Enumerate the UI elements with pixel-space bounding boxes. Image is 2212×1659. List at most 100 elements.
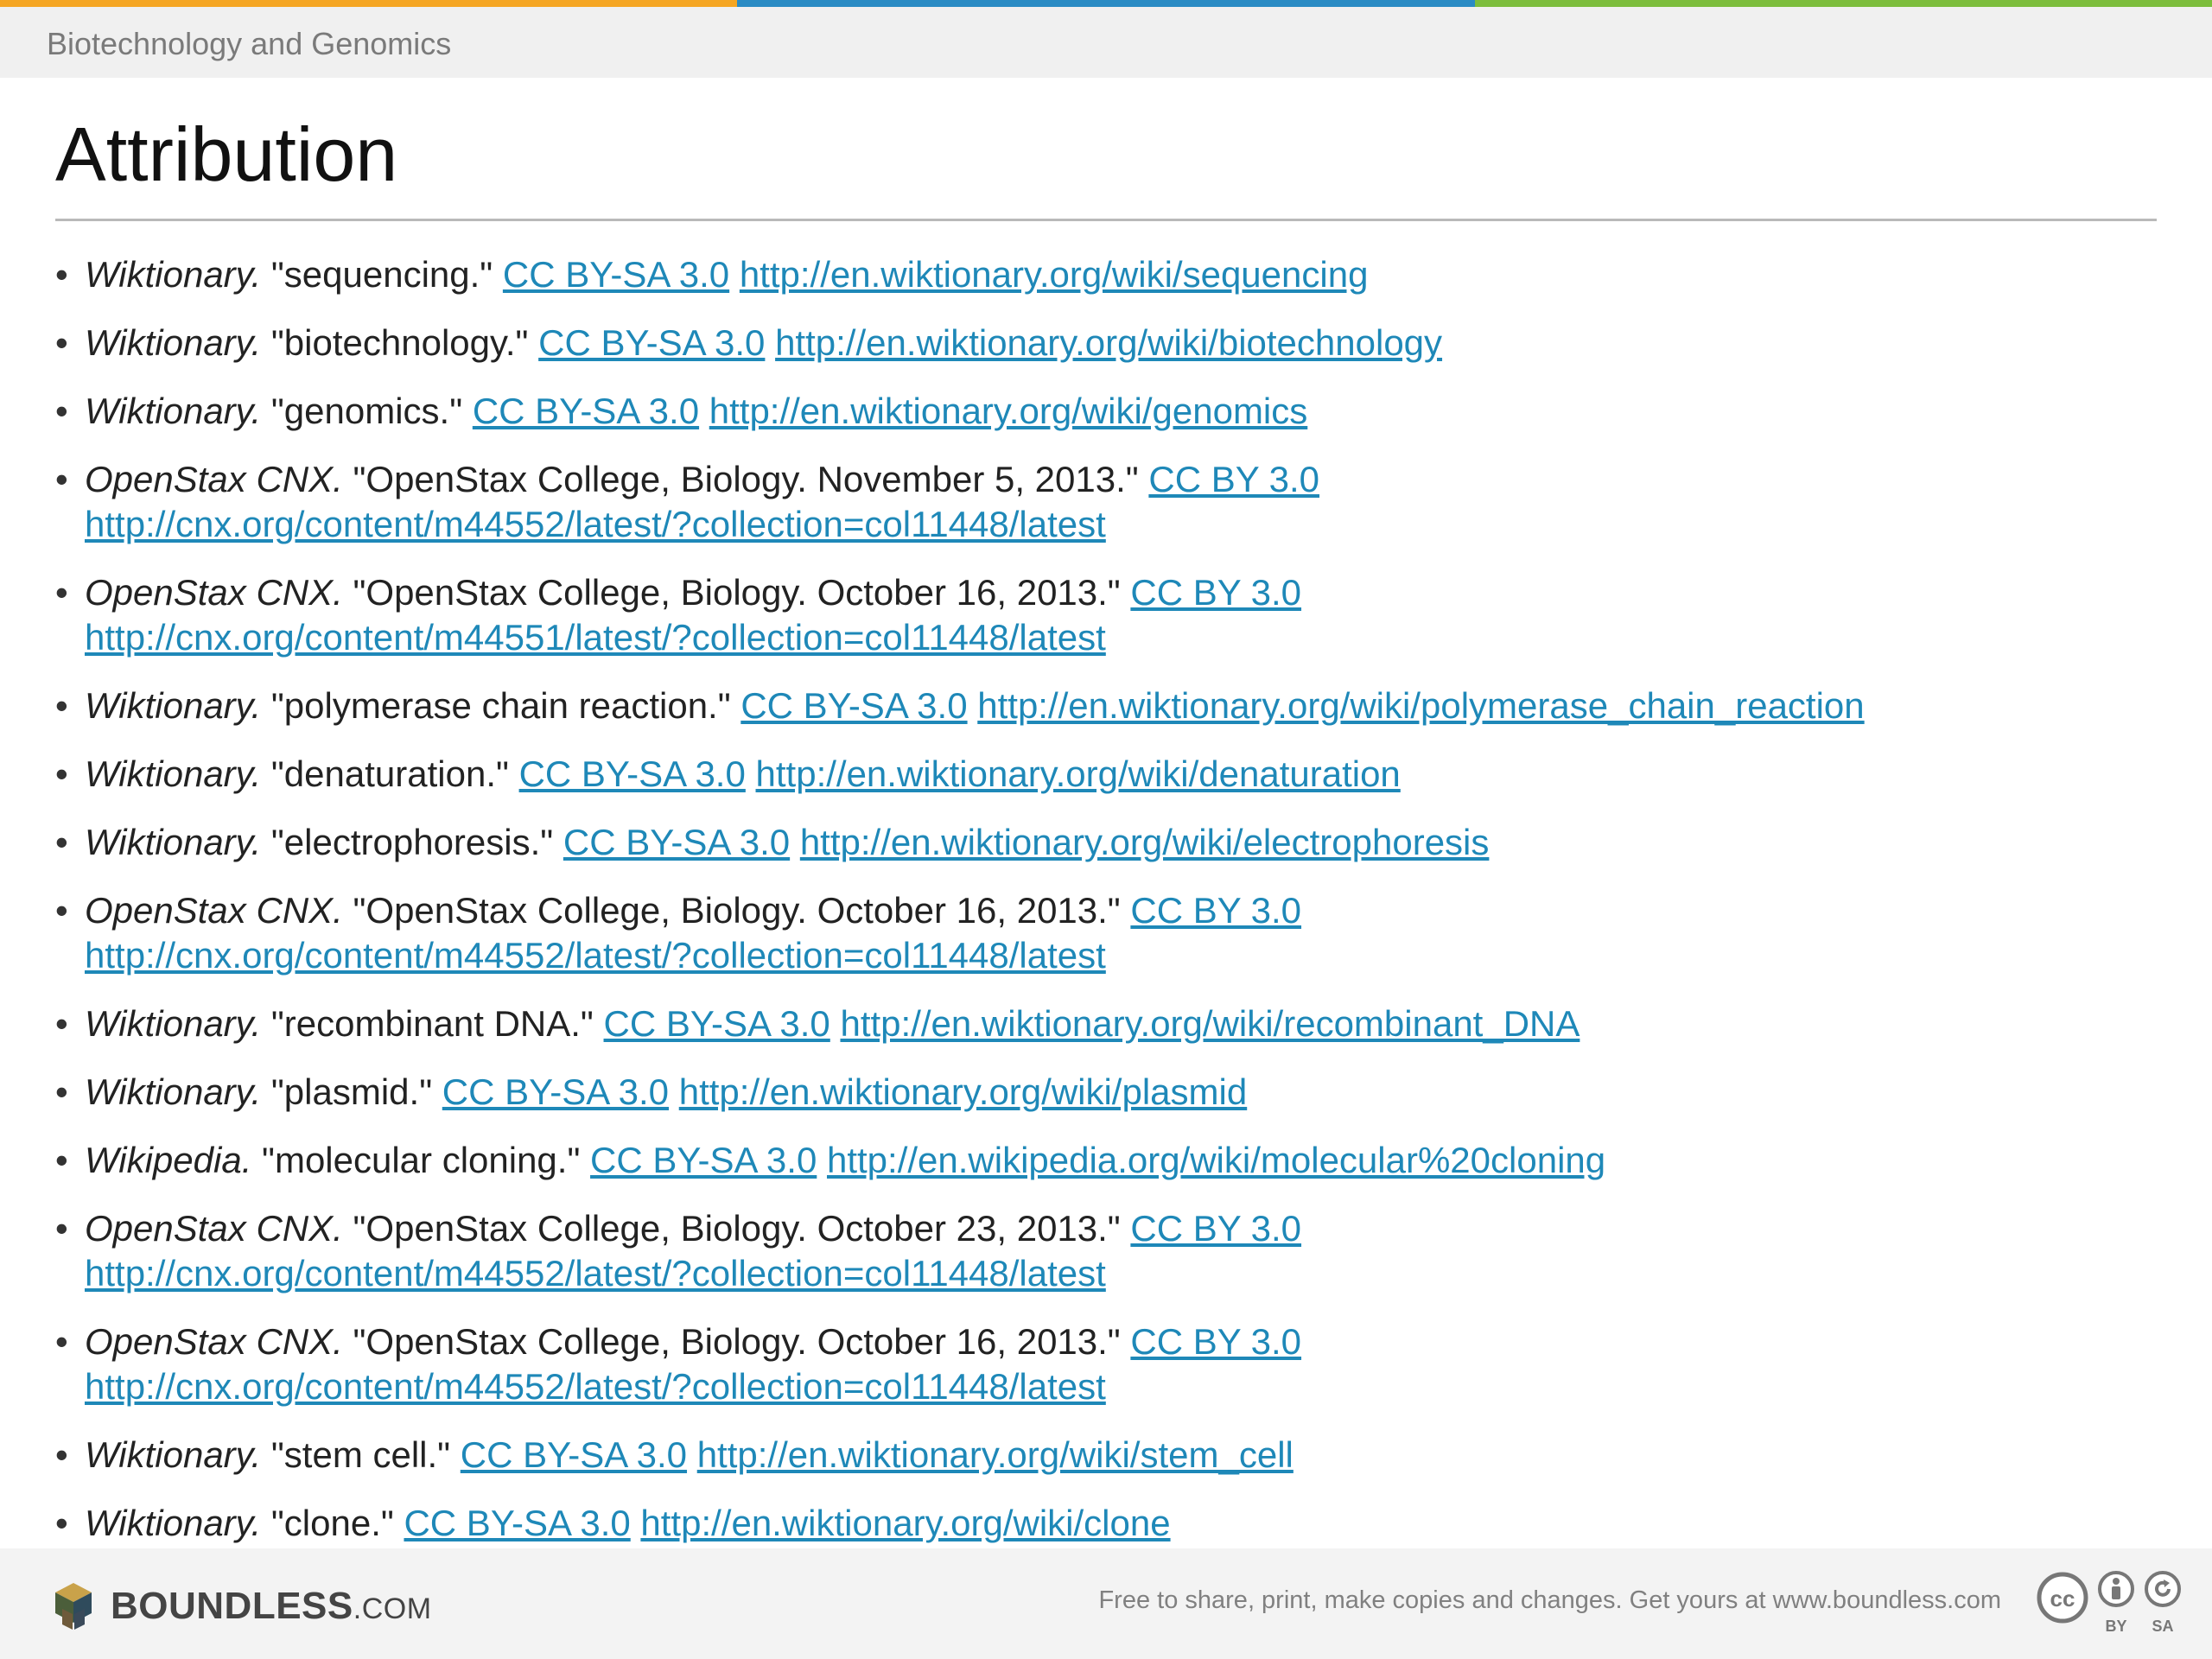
source-url-link[interactable]: http://en.wiktionary.org/wiki/genomics — [709, 391, 1308, 431]
license-link[interactable]: CC BY 3.0 — [1130, 572, 1301, 613]
header-bar: Biotechnology and Genomics — [0, 7, 2212, 78]
attribution-source: Wiktionary. — [85, 1071, 262, 1112]
title-divider — [55, 219, 2157, 221]
bullet-icon: • — [55, 1208, 68, 1249]
bullet-icon: • — [55, 890, 68, 931]
source-url-link[interactable]: http://en.wiktionary.org/wiki/electropho… — [800, 822, 1490, 862]
by-icon: BY — [2098, 1571, 2134, 1635]
source-url-link[interactable]: http://cnx.org/content/m44551/latest/?co… — [85, 617, 1106, 658]
strip-green — [1474, 0, 2212, 7]
bullet-icon: • — [55, 391, 68, 431]
license-link[interactable]: CC BY-SA 3.0 — [473, 391, 699, 431]
license-link[interactable]: CC BY-SA 3.0 — [442, 1071, 669, 1112]
attribution-item: • Wiktionary. "recombinant DNA." CC BY-SA… — [55, 1001, 2181, 1046]
attribution-item: • Wiktionary. "genomics." CC BY-SA 3.0 ht… — [55, 389, 2181, 434]
svg-text:cc: cc — [2050, 1586, 2075, 1611]
attribution-source: Wikipedia. — [85, 1140, 252, 1180]
attribution-title: "stem cell." — [270, 1434, 451, 1475]
attribution-item: • Wiktionary. "stem cell." CC BY-SA 3.0 h… — [55, 1433, 2181, 1478]
license-link[interactable]: CC BY-SA 3.0 — [503, 254, 729, 295]
source-url-link[interactable]: http://cnx.org/content/m44552/latest/?co… — [85, 1253, 1106, 1294]
attribution-item: • Wiktionary. "biotechnology." CC BY-SA 3… — [55, 321, 2181, 365]
attribution-title: "biotechnology." — [270, 322, 529, 363]
bullet-icon: • — [55, 1503, 68, 1543]
attribution-item: • Wiktionary. "polymerase chain reaction.… — [55, 683, 2181, 728]
svg-text:BY: BY — [2105, 1618, 2126, 1635]
attribution-title: "OpenStax College, Biology. October 23, … — [353, 1208, 1121, 1249]
bullet-icon: • — [55, 753, 68, 794]
bullet-icon: • — [55, 459, 68, 499]
source-url-link[interactable]: http://cnx.org/content/m44552/latest/?co… — [85, 504, 1106, 544]
license-icons[interactable]: cc BY SA — [2029, 1571, 2183, 1637]
attribution-title: "sequencing." — [270, 254, 493, 295]
source-url-link[interactable]: http://cnx.org/content/m44552/latest/?co… — [85, 935, 1106, 976]
attribution-title: "polymerase chain reaction." — [270, 685, 731, 726]
license-link[interactable]: CC BY-SA 3.0 — [538, 322, 765, 363]
license-link[interactable]: CC BY-SA 3.0 — [604, 1003, 830, 1044]
source-url-link[interactable]: http://en.wiktionary.org/wiki/clone — [640, 1503, 1170, 1543]
source-url-link[interactable]: http://en.wiktionary.org/wiki/sequencing — [740, 254, 1369, 295]
source-url-link[interactable]: http://en.wiktionary.org/wiki/stem_cell — [697, 1434, 1294, 1475]
top-color-strip — [0, 0, 2212, 7]
bullet-icon: • — [55, 1321, 68, 1362]
attribution-title: "OpenStax College, Biology. October 16, … — [353, 890, 1121, 931]
attribution-source: Wiktionary. — [85, 1003, 262, 1044]
bullet-icon: • — [55, 1140, 68, 1180]
attribution-title: "OpenStax College, Biology. October 16, … — [353, 1321, 1121, 1362]
bullet-icon: • — [55, 322, 68, 363]
attribution-title: "recombinant DNA." — [270, 1003, 594, 1044]
source-url-link[interactable]: http://en.wiktionary.org/wiki/recombinan… — [840, 1003, 1580, 1044]
attribution-item: • Wiktionary. "clone." CC BY-SA 3.0 http:… — [55, 1501, 2181, 1546]
license-link[interactable]: CC BY-SA 3.0 — [519, 753, 746, 794]
strip-blue — [737, 0, 1475, 7]
boundless-logo[interactable]: BOUNDLESS.COM — [47, 1580, 432, 1633]
source-url-link[interactable]: http://en.wiktionary.org/wiki/denaturati… — [756, 753, 1401, 794]
attribution-source: Wiktionary. — [85, 1434, 262, 1475]
source-url-link[interactable]: http://cnx.org/content/m44552/latest/?co… — [85, 1366, 1106, 1407]
attribution-title: "OpenStax College, Biology. November 5, … — [353, 459, 1139, 499]
license-link[interactable]: CC BY-SA 3.0 — [461, 1434, 687, 1475]
attribution-source: Wiktionary. — [85, 391, 262, 431]
cc-icon: cc — [2037, 1572, 2088, 1624]
attribution-source: OpenStax CNX. — [85, 1208, 343, 1249]
attribution-item: • Wiktionary. "plasmid." CC BY-SA 3.0 htt… — [55, 1070, 2181, 1115]
source-url-link[interactable]: http://en.wiktionary.org/wiki/biotechnol… — [775, 322, 1442, 363]
license-link[interactable]: CC BY-SA 3.0 — [741, 685, 967, 726]
bullet-icon: • — [55, 254, 68, 295]
attribution-source: OpenStax CNX. — [85, 572, 343, 613]
logo-main-text: BOUNDLESS — [111, 1585, 353, 1627]
attribution-title: "OpenStax College, Biology. October 16, … — [353, 572, 1121, 613]
page-title: Attribution — [55, 111, 398, 197]
footer-bar: BOUNDLESS.COM Free to share, print, make… — [0, 1548, 2212, 1659]
sa-icon: SA — [2145, 1571, 2181, 1635]
attribution-source: OpenStax CNX. — [85, 1321, 343, 1362]
attribution-item: • Wikipedia. "molecular cloning." CC BY-S… — [55, 1138, 2181, 1183]
attribution-source: Wiktionary. — [85, 753, 262, 794]
bullet-icon: • — [55, 822, 68, 862]
source-url-link[interactable]: http://en.wiktionary.org/wiki/plasmid — [679, 1071, 1247, 1112]
attribution-item: • OpenStax CNX. "OpenStax College, Biolog… — [55, 888, 2181, 978]
attribution-source: Wiktionary. — [85, 822, 262, 862]
license-link[interactable]: CC BY 3.0 — [1148, 459, 1319, 499]
bullet-icon: • — [55, 1071, 68, 1112]
source-url-link[interactable]: http://en.wiktionary.org/wiki/polymerase… — [977, 685, 1864, 726]
attribution-item: • OpenStax CNX. "OpenStax College, Biolog… — [55, 1206, 2181, 1296]
license-link[interactable]: CC BY 3.0 — [1130, 1208, 1301, 1249]
attribution-item: • OpenStax CNX. "OpenStax College, Biolog… — [55, 570, 2181, 660]
attribution-title: "clone." — [270, 1503, 394, 1543]
footer-note: Free to share, print, make copies and ch… — [1098, 1586, 2001, 1614]
license-link[interactable]: CC BY 3.0 — [1130, 890, 1301, 931]
svg-text:SA: SA — [2152, 1618, 2173, 1635]
attribution-item: • Wiktionary. "sequencing." CC BY-SA 3.0 … — [55, 252, 2181, 297]
license-link[interactable]: CC BY 3.0 — [1130, 1321, 1301, 1362]
license-link[interactable]: CC BY-SA 3.0 — [404, 1503, 630, 1543]
attribution-title: "genomics." — [270, 391, 463, 431]
license-link[interactable]: CC BY-SA 3.0 — [563, 822, 790, 862]
attribution-title: "electrophoresis." — [270, 822, 554, 862]
bullet-icon: • — [55, 1434, 68, 1475]
bullet-icon: • — [55, 685, 68, 726]
attribution-source: OpenStax CNX. — [85, 459, 343, 499]
source-url-link[interactable]: http://en.wikipedia.org/wiki/molecular%2… — [827, 1140, 1605, 1180]
cube-logo-icon — [55, 1583, 92, 1630]
license-link[interactable]: CC BY-SA 3.0 — [590, 1140, 817, 1180]
